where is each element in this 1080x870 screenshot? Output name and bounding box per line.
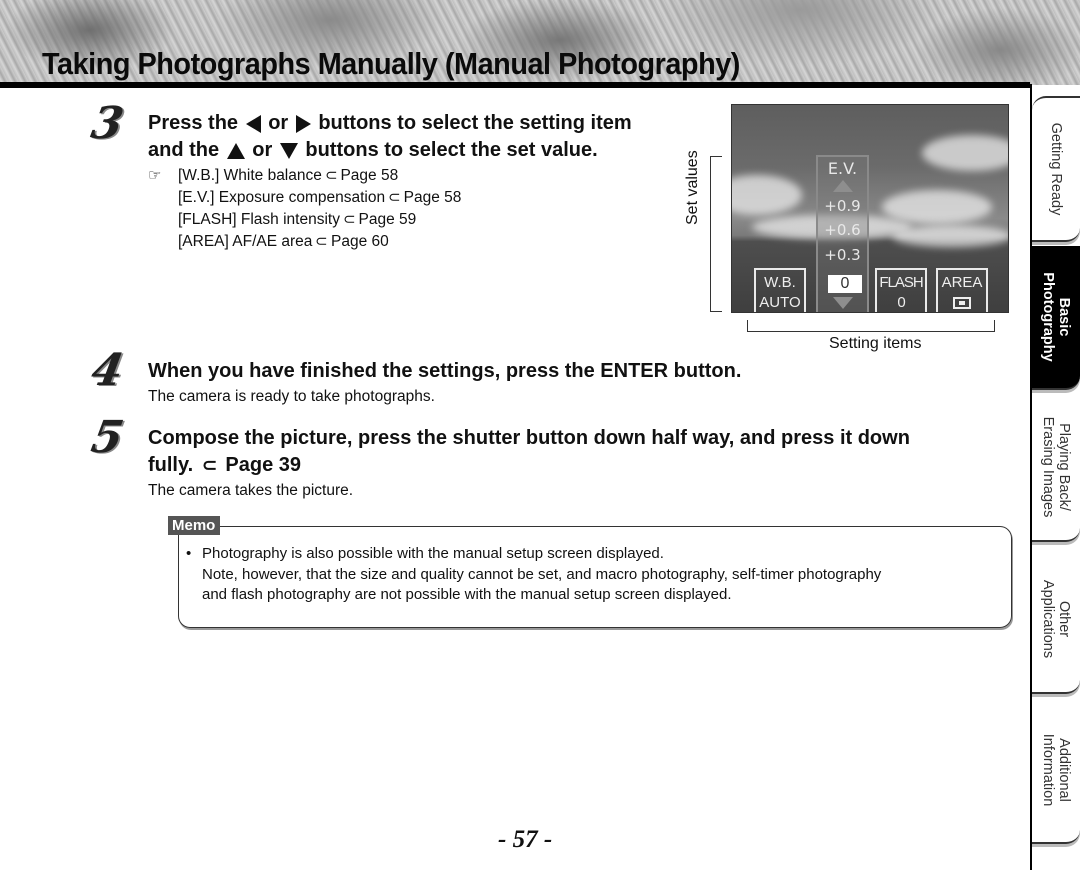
down-triangle-icon	[279, 142, 298, 159]
tab-label-line: Photography	[1040, 272, 1056, 362]
area-frame-icon	[953, 297, 971, 309]
wb-label: W.B.	[764, 274, 796, 291]
side-tab-basic-photography[interactable]: Basic Photography	[1032, 246, 1080, 390]
memo-line: Note, however, that the size and quality…	[202, 565, 882, 583]
step-5-title: Compose the picture, press the shutter b…	[148, 425, 910, 479]
page-reference-arrow-icon: ⊃	[324, 167, 338, 184]
text: or	[252, 139, 273, 161]
page-link[interactable]: Page 60	[331, 231, 389, 253]
tab-label-line: Applications	[1040, 579, 1056, 659]
reference-item[interactable]: ☞ [W.B.] White balance ⊃ Page 58	[148, 165, 461, 187]
tab-label: Other Applications	[1040, 580, 1072, 658]
header-rule	[0, 82, 1030, 88]
tab-label-line: Playing Back/	[1056, 423, 1072, 511]
tab-label: Playing Back/ Erasing Images	[1040, 417, 1072, 518]
reference-text: [AREA] AF/AE area	[178, 233, 313, 250]
side-tab-additional-information[interactable]: Additional Information	[1032, 698, 1080, 844]
cloud	[732, 175, 802, 215]
reference-text: [E.V.] Exposure compensation	[178, 189, 386, 206]
page-link[interactable]: Page 59	[359, 209, 417, 231]
page-link[interactable]: Page 58	[404, 187, 462, 209]
tab-label: Getting Ready	[1048, 123, 1064, 216]
page-reference-arrow-icon: ⊃	[342, 211, 356, 228]
step-5-title-line1: Compose the picture, press the shutter b…	[148, 427, 910, 449]
set-values-bracket	[710, 156, 722, 312]
header-banner: Taking Photographs Manually (Manual Phot…	[0, 0, 1080, 85]
right-triangle-icon	[295, 114, 311, 133]
tab-label: Additional Information	[1040, 734, 1072, 807]
cloud	[892, 225, 1008, 247]
tab-label: Basic Photography	[1040, 272, 1072, 361]
step-number-4: 4	[87, 345, 128, 396]
tab-label-line: Erasing Images	[1040, 416, 1056, 518]
bullet: •	[186, 545, 192, 562]
reference-text: [W.B.] White balance	[178, 167, 322, 184]
text: or	[268, 112, 289, 134]
reference-item[interactable]: [FLASH] Flash intensity ⊃ Page 59	[148, 209, 461, 231]
text: buttons to select the setting item	[318, 112, 632, 134]
side-tab-getting-ready[interactable]: Getting Ready	[1032, 96, 1080, 242]
tab-label-line: Getting Ready	[1048, 122, 1064, 216]
memo-line: and flash photography are not possible w…	[202, 586, 732, 603]
up-triangle-icon	[226, 142, 245, 159]
page-number: - 57 -	[498, 826, 553, 853]
step-3-title-line2: and the or buttons to select the set val…	[148, 137, 632, 164]
text: Press the	[148, 112, 239, 134]
reference-item[interactable]: [AREA] AF/AE area ⊃ Page 60	[148, 231, 461, 253]
page-link[interactable]: Page 58	[340, 165, 398, 187]
ev-up-arrow-icon	[833, 180, 853, 192]
page-link[interactable]: Page 39	[225, 454, 301, 476]
page-title: Taking Photographs Manually (Manual Phot…	[42, 46, 740, 81]
ev-selected-value: 0	[828, 275, 862, 293]
memo-line: • Photography is also possible with the m…	[186, 544, 881, 565]
step-5-body: The camera takes the picture.	[148, 482, 354, 499]
setting-items-label: Setting items	[829, 335, 922, 352]
ev-down-arrow-icon	[833, 297, 853, 309]
memo-tag: Memo	[168, 516, 221, 535]
ev-value: +0.6	[824, 221, 861, 239]
side-tab-playing-back-erasing[interactable]: Playing Back/ Erasing Images	[1032, 394, 1080, 542]
side-tab-other-applications[interactable]: Other Applications	[1032, 546, 1080, 694]
area-setting-box: AREA	[936, 268, 988, 312]
pointing-hand-icon: ☞	[148, 167, 162, 184]
left-triangle-icon	[245, 114, 261, 133]
memo-text: • Photography is also possible with the m…	[186, 544, 881, 606]
step-5-title-line2: fully. ⊃ Page 39	[148, 452, 910, 479]
text: and the	[148, 139, 220, 161]
step-4-body: The camera is ready to take photographs.	[148, 388, 435, 405]
ev-value: +0.3	[824, 246, 861, 264]
tab-label-line: Additional	[1056, 738, 1072, 802]
ev-label: E.V.	[827, 159, 858, 178]
step-3-title-line1: Press the or buttons to select the setti…	[148, 110, 632, 137]
wb-setting-box: W.B. AUTO	[754, 268, 806, 312]
flash-setting-box: FLASH 0	[875, 268, 927, 312]
set-values-label: Set values	[684, 150, 701, 225]
step-number-5: 5	[87, 412, 128, 463]
flash-value: 0	[897, 294, 905, 311]
memo-line-text: Photography is also possible with the ma…	[202, 545, 664, 562]
tab-label-line: Basic	[1056, 297, 1072, 337]
area-label: AREA	[941, 274, 983, 291]
text: buttons to select the set value.	[305, 139, 598, 161]
page-reference-arrow-icon: ⊃	[388, 189, 401, 206]
step-3-title: Press the or buttons to select the setti…	[148, 110, 632, 164]
ev-value: +0.9	[824, 197, 861, 215]
page-reference-arrow-icon: ⊃	[201, 455, 217, 475]
setting-items-bracket	[747, 320, 995, 332]
camera-screen-illustration: E.V. +0.9 +0.6 +0.3 0 W.B. AUTO FLASH 0 …	[731, 104, 1009, 313]
reference-list: ☞ [W.B.] White balance ⊃ Page 58 [E.V.] …	[148, 165, 461, 253]
flash-label: FLASH	[879, 274, 923, 291]
step-4-title: When you have finished the settings, pre…	[148, 360, 742, 382]
cloud	[922, 135, 1008, 171]
text: fully.	[148, 454, 194, 476]
reference-item[interactable]: [E.V.] Exposure compensation ⊃ Page 58	[148, 187, 461, 209]
step-number-3: 3	[87, 98, 128, 149]
reference-text: [FLASH] Flash intensity	[178, 211, 340, 228]
tab-label-line: Information	[1040, 733, 1056, 807]
wb-value: AUTO	[759, 294, 801, 311]
tab-label-line: Other	[1056, 600, 1072, 638]
page-reference-arrow-icon: ⊃	[315, 233, 328, 250]
cloud	[882, 190, 992, 224]
